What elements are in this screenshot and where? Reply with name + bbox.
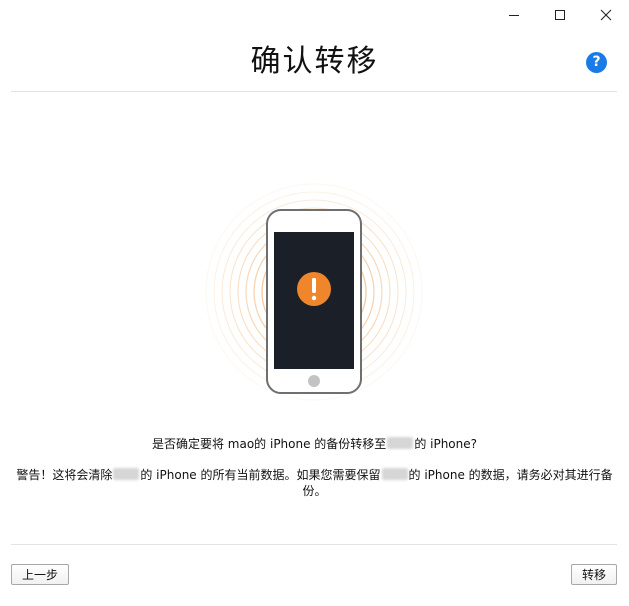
maximize-icon	[555, 10, 565, 20]
back-button[interactable]: 上一步	[11, 564, 69, 585]
phone-icon	[266, 209, 362, 394]
signal-rings	[205, 183, 423, 401]
redacted-device-name	[113, 468, 140, 480]
minimize-button[interactable]	[491, 0, 537, 30]
close-icon	[600, 9, 612, 21]
help-icon[interactable]: ?	[586, 52, 607, 73]
exclamation-alert-icon	[297, 272, 331, 306]
confirm-message: 是否确定要将 mao的 iPhone 的备份转移至 的 iPhone?	[0, 436, 629, 452]
window-controls	[491, 0, 629, 30]
maximize-button[interactable]	[537, 0, 583, 30]
redacted-device-name	[381, 468, 408, 480]
minimize-icon	[509, 15, 519, 16]
page-title: 确认转移	[250, 44, 379, 79]
confirm-message-prefix: 是否确定要将 mao的 iPhone 的备份转移至	[151, 437, 387, 451]
warning-message: 警告！这将会清除的 iPhone 的所有当前数据。如果您需要保留的 iPhone…	[16, 467, 613, 499]
confirm-message-suffix: 的 iPhone?	[414, 437, 478, 451]
warning-message-mid: 的 iPhone 的所有当前数据。如果您需要保留	[140, 468, 381, 482]
footer-divider	[11, 544, 617, 545]
close-button[interactable]	[583, 0, 629, 30]
confirm-transfer-window: 确认转移 ? 是否确定要将 mao的 iPhone 的备份转移至 的 iPhon…	[0, 0, 629, 606]
header-divider	[11, 91, 617, 92]
warning-message-prefix: 警告！这将会清除	[16, 468, 113, 482]
redacted-device-name	[387, 437, 414, 449]
transfer-button[interactable]: 转移	[571, 564, 617, 585]
